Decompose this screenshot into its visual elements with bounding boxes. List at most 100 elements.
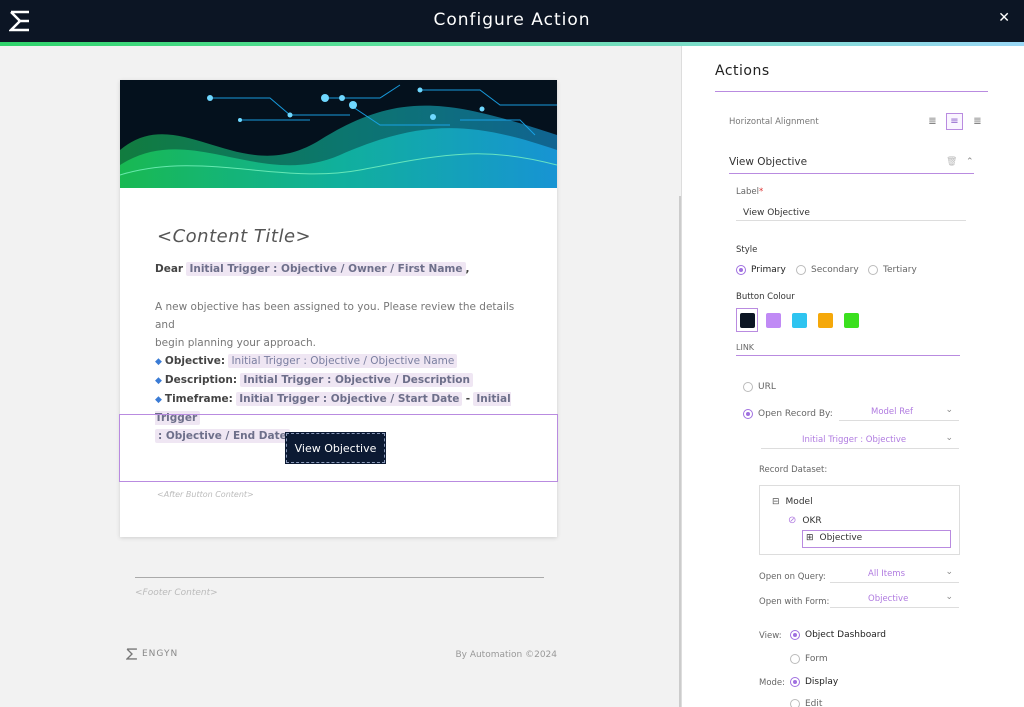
record-dataset-label: Record Dataset: [759, 465, 828, 475]
chevron-down-icon: ⌄ [945, 405, 953, 415]
label-caption: Label* [736, 187, 763, 197]
engyn-brand: ENGYN [126, 648, 178, 660]
start-date-merge-field[interactable]: Initial Trigger : Objective / Start Date [236, 392, 463, 406]
horizontal-alignment-label: Horizontal Alignment [729, 117, 819, 127]
greeting-line[interactable]: Dear Initial Trigger : Objective / Owner… [155, 260, 525, 278]
colour-swatch-0[interactable] [740, 313, 755, 328]
align-center-icon[interactable]: ≡ [946, 113, 963, 130]
radio-on-icon [743, 409, 753, 419]
circuit-banner-image [120, 80, 557, 188]
radio-off-icon [790, 699, 800, 707]
colour-swatch-2[interactable] [792, 313, 807, 328]
style-caption: Style [736, 245, 758, 255]
actions-panel: Actions Horizontal Alignment ≣ ≡ ≣ View … [681, 46, 1024, 707]
style-tertiary-label: Tertiary [883, 265, 917, 275]
mode-display-label: Display [805, 677, 839, 687]
open-record-radio[interactable]: Open Record By: [743, 409, 833, 419]
sigma-logo-icon [126, 648, 137, 660]
view-form-label: Form [805, 654, 828, 664]
view-object-dashboard-label: Object Dashboard [805, 630, 886, 640]
owner-merge-field[interactable]: Initial Trigger : Objective / Owner / Fi… [186, 262, 466, 276]
section-rule [729, 173, 974, 174]
box-icon: ⊟ [772, 497, 780, 507]
comma-text: , [465, 263, 470, 275]
radio-off-icon [868, 265, 878, 275]
description-merge-field[interactable]: Initial Trigger : Objective / Descriptio… [240, 373, 473, 387]
objective-merge-field[interactable]: Initial Trigger : Objective / Objective … [228, 354, 458, 368]
tree-item-okr[interactable]: ⊘ OKR [788, 515, 822, 526]
close-icon[interactable]: ✕ [998, 10, 1010, 26]
url-label: URL [758, 382, 776, 392]
open-record-label: Open Record By: [758, 409, 833, 419]
view-objective-button[interactable]: View Objective [285, 432, 386, 464]
intro-line-2: begin planning your approach. [155, 337, 317, 349]
view-label: View: [759, 631, 782, 641]
tree-objective-label: Objective [819, 533, 863, 543]
style-primary-label: Primary [751, 265, 786, 275]
description-label: Description: [164, 374, 238, 386]
after-button-content[interactable]: <After Button Content> [157, 490, 254, 499]
open-query-value: All Items [868, 569, 906, 579]
style-tertiary-radio[interactable]: Tertiary [868, 265, 917, 275]
table-icon: ⊞ [806, 533, 814, 543]
timeframe-label: Timeframe: [164, 393, 233, 405]
radio-off-icon [790, 654, 800, 664]
chevron-down-icon: ⌄ [945, 592, 953, 602]
open-record-dropdown[interactable]: Model Ref ⌄ [839, 405, 959, 421]
footer-divider [135, 577, 544, 578]
delete-icon[interactable]: 🗑 [946, 157, 957, 167]
intro-line-1: A new objective has been assigned to you… [155, 301, 515, 331]
radio-on-icon [790, 630, 800, 640]
view-form-radio[interactable]: Form [790, 654, 828, 664]
by-line: By Automation ©2024 [455, 650, 557, 660]
radio-on-icon [790, 677, 800, 687]
mode-display-radio[interactable]: Display [790, 677, 838, 687]
description-line: ◆ Description: Initial Trigger : Objectiv… [155, 371, 525, 390]
footer-content[interactable]: <Footer Content> [135, 588, 218, 598]
style-secondary-radio[interactable]: Secondary [796, 265, 859, 275]
trigger-dropdown[interactable]: Initial Trigger : Objective ⌄ [761, 433, 959, 449]
mode-edit-radio[interactable]: Edit [790, 699, 822, 707]
label-caption-text: Label [736, 187, 759, 197]
section-view-objective-title[interactable]: View Objective [729, 156, 807, 168]
diamond-bullet-icon: ◆ [155, 395, 162, 405]
radio-off-icon [796, 265, 806, 275]
style-primary-radio[interactable]: Primary [736, 265, 786, 275]
align-right-icon[interactable]: ≣ [969, 113, 986, 130]
trigger-value: Initial Trigger : Objective [802, 435, 907, 445]
open-query-dropdown[interactable]: All Items ⌄ [830, 567, 959, 583]
url-radio[interactable]: URL [743, 382, 776, 392]
open-record-value: Model Ref [871, 407, 913, 417]
top-bar: Configure Action ✕ [0, 0, 1024, 46]
diamond-bullet-icon: ◆ [155, 357, 162, 367]
colour-swatch-4[interactable] [844, 313, 859, 328]
view-object-dashboard-radio[interactable]: Object Dashboard [790, 630, 886, 640]
label-input-underline [736, 220, 966, 221]
diamond-bullet-icon: ◆ [155, 376, 162, 386]
open-query-label: Open on Query: [759, 572, 826, 582]
tree-model-label: Model [785, 497, 813, 507]
tree-item-model[interactable]: ⊟ Model [772, 497, 813, 507]
colour-swatch-3[interactable] [818, 313, 833, 328]
slashed-circle-icon: ⊘ [788, 515, 797, 526]
link-rule [736, 355, 960, 356]
record-dataset-tree: ⊟ Model ⊘ OKR ⊞ Objective [759, 485, 960, 555]
open-form-dropdown[interactable]: Objective ⌄ [830, 592, 959, 608]
open-form-value: Objective [868, 594, 909, 604]
style-secondary-label: Secondary [811, 265, 859, 275]
page-title: Configure Action [433, 10, 591, 30]
label-input[interactable]: View Objective [743, 208, 810, 218]
radio-off-icon [743, 382, 753, 392]
content-title[interactable]: <Content Title> [157, 226, 311, 247]
mode-edit-label: Edit [805, 699, 823, 707]
radio-on-icon [736, 265, 746, 275]
dash-text: - [465, 393, 471, 405]
tree-okr-label: OKR [802, 515, 822, 526]
mode-label: Mode: [759, 678, 786, 688]
colour-swatch-1[interactable] [766, 313, 781, 328]
chevron-up-icon[interactable]: ⌃ [966, 157, 974, 167]
dear-text: Dear [155, 263, 184, 275]
link-caption: LINK [736, 343, 755, 352]
button-block[interactable]: View Objective [119, 414, 558, 482]
align-left-icon[interactable]: ≣ [924, 113, 941, 130]
